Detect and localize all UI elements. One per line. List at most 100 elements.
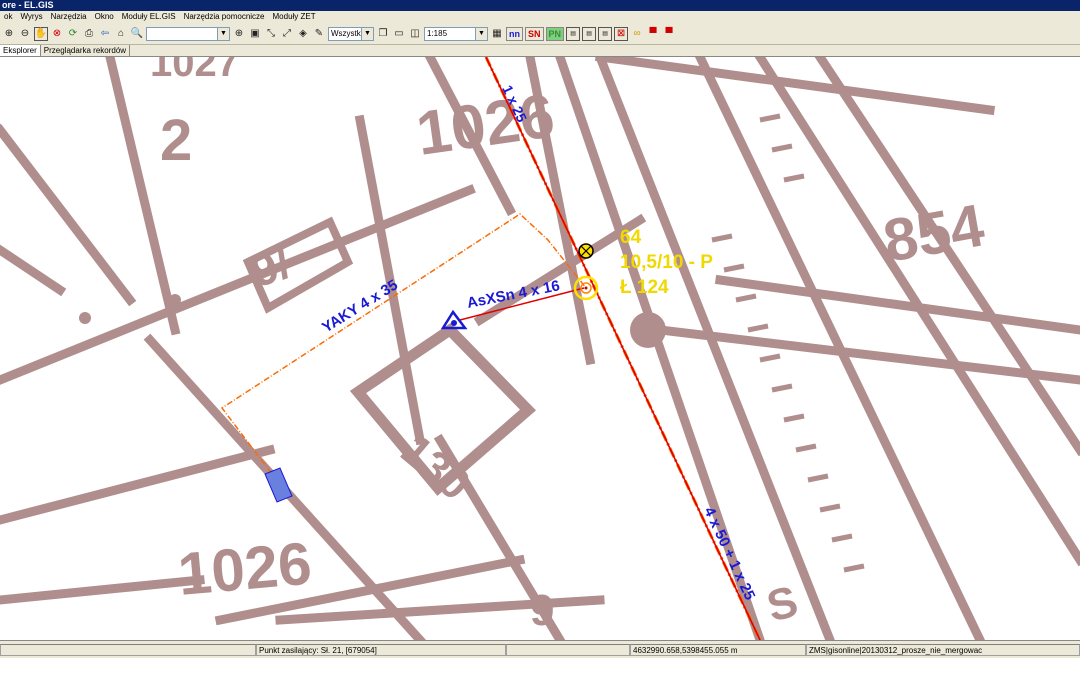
layer-pn-button[interactable]: PN <box>545 26 565 41</box>
menu-wyrys[interactable]: Wyrys <box>16 11 46 23</box>
stop-icon[interactable]: ⊗ <box>50 27 64 41</box>
tick-mark <box>807 473 829 483</box>
window-single-icon[interactable]: ▭ <box>392 27 406 41</box>
cable-box-icon[interactable] <box>264 467 293 503</box>
menu-bar: ok Wyrys Narzędzia Okno Moduły EL.GIS Na… <box>0 11 1080 23</box>
module-2-icon[interactable]: ▤ <box>582 26 597 41</box>
menu-okno[interactable]: Okno <box>91 11 118 23</box>
bottom-strip <box>0 658 1080 675</box>
zoom-select-icon[interactable]: ⤡ <box>264 27 278 41</box>
scale-combo[interactable]: 1:185 ▼ <box>424 26 488 41</box>
tick-mark <box>831 533 853 543</box>
status-database: ZMS|gisonline|20130312_prosze_nie_mergow… <box>806 644 1080 656</box>
map-canvas[interactable]: 1026 2 9/ 854 130 1026 9 1027 S 1 x 25 4… <box>0 57 1080 640</box>
tab-przegladarka-rekordow[interactable]: Przeglądarka rekordów <box>41 45 131 56</box>
windows-icon[interactable]: ❐ <box>376 27 390 41</box>
tick-mark <box>819 503 841 513</box>
cross-box-icon[interactable]: ⊠ <box>614 26 629 41</box>
cable-label-bottom: 4 x 50 + 1 x 25 <box>700 505 758 603</box>
zoom-in-icon[interactable]: ⊕ <box>2 27 16 41</box>
status-field-3 <box>506 644 630 656</box>
parcel-number: 9 <box>530 586 554 635</box>
tick-mark <box>795 443 817 453</box>
status-feed-point: Punkt zasilający: Sł. 21, [679054] <box>256 644 506 656</box>
zoom-find-icon[interactable]: ⊕ <box>232 27 246 41</box>
layers-icon[interactable]: ◈ <box>296 27 310 41</box>
search-combo[interactable]: ▼ <box>146 26 230 41</box>
pole-type-label: 10,5/10 - P <box>620 252 713 273</box>
back-arrow-icon[interactable]: ⇦ <box>98 27 112 41</box>
pole-span-label: Ł 124 <box>620 277 669 298</box>
layer-nn-button[interactable]: nn <box>506 26 523 41</box>
status-coordinates: 4632990.658,5398455.055 m <box>630 644 806 656</box>
pan-hand-icon[interactable]: ✋ <box>34 26 48 41</box>
menu-narzedzia-pomocnicze[interactable]: Narzędzia pomocnicze <box>180 11 269 23</box>
parcel-number: 2 <box>160 108 192 173</box>
tick-mark <box>711 233 733 243</box>
tick-mark <box>759 113 781 123</box>
status-bar: Punkt zasilający: Sł. 21, [679054] 46329… <box>0 640 1080 658</box>
tick-mark <box>843 563 865 573</box>
module-3-icon[interactable]: ▤ <box>598 26 613 41</box>
refresh-icon[interactable]: ⟳ <box>66 27 80 41</box>
home-icon[interactable]: ⌂ <box>114 27 128 41</box>
tree-symbol <box>630 312 666 348</box>
parcel-number: 1027 <box>150 57 239 85</box>
tool-red-2-icon[interactable]: ▀ <box>662 27 676 41</box>
chevron-down-icon[interactable]: ▼ <box>475 27 487 40</box>
window-title: ore - EL.GIS <box>0 0 1080 11</box>
parcel-number: 854 <box>879 191 990 274</box>
parcel-number: 130 <box>392 425 480 510</box>
parcel-number: S <box>762 577 803 632</box>
toolbar: ⊕ ⊖ ✋ ⊗ ⟳ ⎙ ⇦ ⌂ 🔍 ▼ ⊕ ▣ ⤡ ⤢ ◈ ✎ Wszystko… <box>0 23 1080 45</box>
print-icon[interactable]: ⎙ <box>82 27 96 41</box>
menu-moduly-elgis[interactable]: Moduły EL.GIS <box>118 11 180 23</box>
menu-moduly-zet[interactable]: Moduły ZET <box>269 11 320 23</box>
scale-value: 1:185 <box>427 29 448 38</box>
map-svg: 1026 2 9/ 854 130 1026 9 1027 S 1 x 25 4… <box>0 57 1080 640</box>
tick-mark <box>747 323 769 333</box>
tab-eksplorer[interactable]: Eksplorer <box>0 45 41 56</box>
cadastre-line <box>0 575 205 605</box>
window-split-icon[interactable]: ◫ <box>408 27 422 41</box>
zoom-extent-icon[interactable]: ▣ <box>248 27 262 41</box>
tab-bar: Eksplorer Przeglądarka rekordów <box>0 45 1080 57</box>
chevron-down-icon[interactable]: ▼ <box>361 27 373 40</box>
menu-widok[interactable]: ok <box>0 11 16 23</box>
cadastre-line <box>714 274 1080 335</box>
parcel-number: 1026 <box>412 81 558 169</box>
cadastre-point <box>79 312 91 324</box>
edit-icon[interactable]: ✎ <box>312 27 326 41</box>
pole-number-label: 64 <box>620 227 642 248</box>
cadastre-point <box>169 294 181 306</box>
tick-mark <box>759 353 781 363</box>
cable-labels: 1 x 25 4 x 50 + 1 x 25 YAKY 4 x 35 AsXSn… <box>319 83 758 603</box>
zoom-tool-icon[interactable]: ⤢ <box>280 27 294 41</box>
chevron-down-icon[interactable]: ▼ <box>217 27 229 40</box>
layer-filter-combo[interactable]: Wszystko ▼ <box>328 26 374 41</box>
layer-sn-button[interactable]: SN <box>525 26 544 41</box>
status-field-1 <box>0 644 256 656</box>
module-1-icon[interactable]: ▤ <box>566 26 581 41</box>
tick-mark <box>723 263 745 273</box>
tick-mark <box>783 413 805 423</box>
cable-label-yaky: YAKY 4 x 35 <box>319 276 401 336</box>
find-icon[interactable]: 🔍 <box>130 27 144 41</box>
cadastre-line <box>594 57 996 116</box>
snapshot-icon[interactable]: ▦ <box>490 27 504 41</box>
link-icon[interactable]: ∞ <box>630 27 644 41</box>
cadastre-line <box>0 123 137 307</box>
tick-mark <box>783 173 805 183</box>
pole-center <box>584 286 588 290</box>
tick-mark <box>771 383 793 393</box>
zoom-out-icon[interactable]: ⊖ <box>18 27 32 41</box>
cadastre-line <box>0 444 276 525</box>
parcel-labels: 1026 2 9/ 854 130 1026 9 1027 S <box>150 57 989 635</box>
cadastre-line <box>0 244 67 297</box>
tick-mark <box>771 143 793 153</box>
tick-mark <box>735 293 757 303</box>
connection-point-icon <box>451 320 457 326</box>
parcel-number: 1026 <box>175 530 314 608</box>
tool-red-1-icon[interactable]: ▀ <box>646 27 660 41</box>
menu-narzedzia[interactable]: Narzędzia <box>47 11 91 23</box>
